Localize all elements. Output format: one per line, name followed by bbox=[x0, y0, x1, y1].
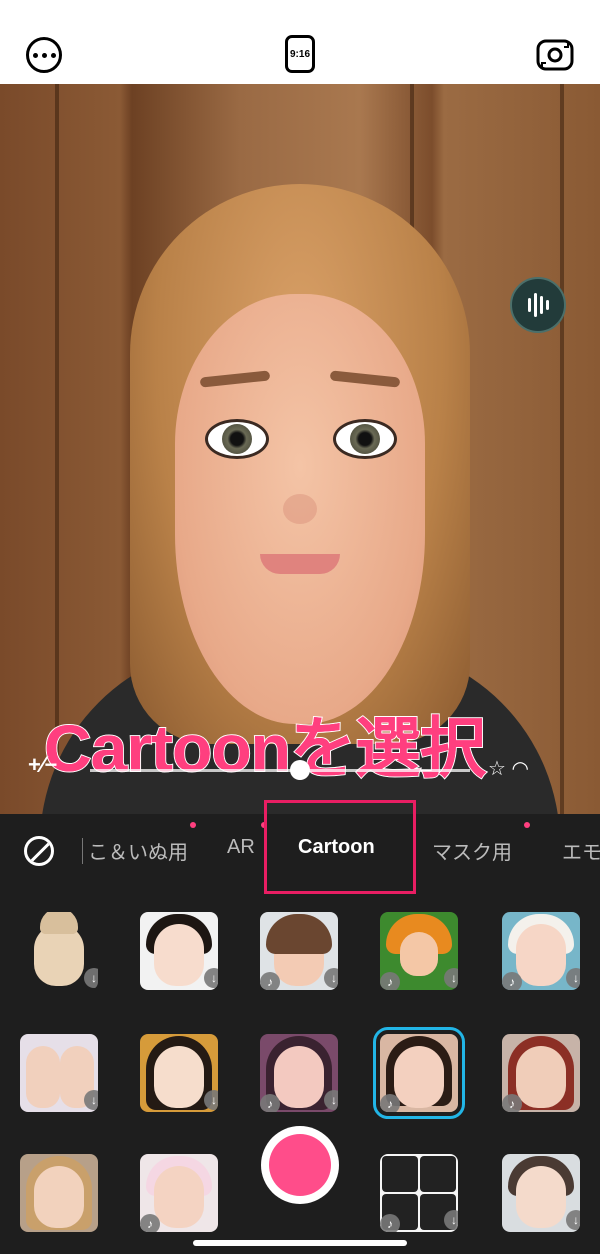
cartoon-avatar-face bbox=[175, 294, 425, 724]
top-bar: 9:16 bbox=[0, 0, 600, 84]
beauty-toggle-icon[interactable]: ☆ ◠ bbox=[488, 756, 568, 786]
effect-long-hair-girl[interactable]: ↓ bbox=[140, 1034, 218, 1112]
effect-light-girl[interactable]: ↓ bbox=[502, 1154, 580, 1232]
effect-intensity-icon[interactable]: +⁄− bbox=[28, 752, 68, 782]
effect-tiger-costume[interactable]: ♪ ↓ bbox=[380, 912, 458, 990]
effect-bonnet-baby[interactable]: ♪ ↓ bbox=[502, 912, 580, 990]
effect-red-hair-girl[interactable]: ♪ bbox=[502, 1034, 580, 1112]
record-button[interactable] bbox=[261, 1126, 339, 1204]
effect-red-cheek-girl[interactable]: ↓ bbox=[140, 912, 218, 990]
effect-grid-portrait[interactable]: ♪ ↓ bbox=[380, 1154, 458, 1232]
effect-couple[interactable]: ↓ bbox=[20, 1034, 98, 1112]
tab-mask[interactable]: マスク用 bbox=[432, 836, 512, 865]
effect-bunny-costume[interactable]: ↓ bbox=[20, 912, 98, 990]
intensity-slider-knob[interactable] bbox=[290, 760, 310, 780]
tab-ar[interactable]: AR bbox=[227, 836, 255, 859]
tab-dog-cat[interactable]: こ＆いぬ用 bbox=[88, 836, 188, 865]
aspect-ratio-button[interactable]: 9:16 bbox=[285, 35, 315, 73]
more-options-button[interactable] bbox=[26, 37, 62, 73]
effect-brown-hair-girl[interactable]: ♪ bbox=[373, 1027, 465, 1119]
aspect-ratio-label: 9:16 bbox=[285, 35, 315, 73]
effect-cow-hood-kid[interactable]: ♪ bbox=[140, 1154, 218, 1232]
intensity-slider-track[interactable] bbox=[90, 769, 470, 772]
camera-flip-icon bbox=[536, 39, 574, 71]
tab-emo[interactable]: エモ bbox=[562, 836, 600, 865]
instruction-caption: Cartoonを選択 bbox=[43, 710, 487, 786]
effect-category-tabs: こ＆いぬ用 AR Cartoon マスク用 エモ bbox=[0, 800, 600, 894]
no-effect-icon[interactable] bbox=[24, 836, 54, 866]
camera-flip-button[interactable] bbox=[536, 37, 574, 73]
effect-glam-girl[interactable]: ♪ ↓ bbox=[260, 1034, 338, 1112]
home-indicator[interactable] bbox=[193, 1240, 407, 1246]
effect-bowl-cut-kid[interactable]: ♪ ↓ bbox=[260, 912, 338, 990]
voice-changer-button[interactable] bbox=[510, 277, 566, 333]
ellipsis-circle-icon bbox=[26, 37, 62, 73]
record-inner-circle bbox=[269, 1134, 331, 1196]
cartoon-highlight-box bbox=[264, 800, 416, 894]
effect-blonde-girl[interactable] bbox=[20, 1154, 98, 1232]
